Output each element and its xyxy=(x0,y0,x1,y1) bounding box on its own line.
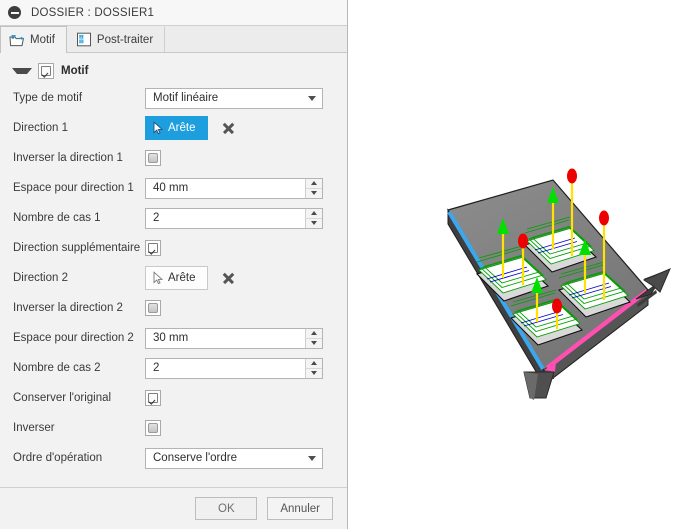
flip-direction-2-label: Inverser la direction 2 xyxy=(13,302,123,314)
direction-1-button-label: Arête xyxy=(168,122,196,134)
g1g2-post-process-icon: G1 G2 xyxy=(76,32,92,47)
row-pattern-type: Type de motif Motif linéaire xyxy=(0,83,347,113)
flip-direction-1-checkbox[interactable] xyxy=(145,150,161,166)
direction-arrow-down[interactable] xyxy=(523,371,555,400)
pattern-type-label: Type de motif xyxy=(13,92,83,104)
row-direction-1: Direction 1 Arête xyxy=(0,113,347,143)
dialog-title: DOSSIER : DOSSIER1 xyxy=(31,6,155,19)
row-flip-direction-2: Inverser la direction 2 xyxy=(0,293,347,323)
svg-text:G2: G2 xyxy=(79,40,84,44)
second-direction-label: Direction supplémentaire xyxy=(13,242,141,254)
row-second-direction: Direction supplémentaire xyxy=(0,233,347,263)
row-keep-original: Conserver l'original xyxy=(0,383,347,413)
keep-original-label: Conserver l'original xyxy=(13,392,112,404)
direction-2-button-label: Arête xyxy=(168,272,196,284)
tab-motif[interactable]: Motif xyxy=(0,26,67,53)
direction-1-clear-icon[interactable] xyxy=(221,121,236,136)
tab-motif-label: Motif xyxy=(30,34,55,46)
flip-direction-2-checkbox[interactable] xyxy=(145,300,161,316)
direction-1-label: Direction 1 xyxy=(13,122,68,134)
tab-strip: Motif G1 G2 Post-traiter xyxy=(0,26,347,53)
spinner-down-icon[interactable] xyxy=(306,219,322,228)
spinner-up-icon[interactable] xyxy=(306,329,322,339)
count-2-field[interactable]: 2 xyxy=(145,357,323,379)
tab-post-traiter[interactable]: G1 G2 Post-traiter xyxy=(67,26,166,52)
spinner-up-icon[interactable] xyxy=(306,209,322,219)
operation-order-select[interactable]: Conserve l'ordre xyxy=(145,447,323,469)
plate-solid xyxy=(447,179,649,387)
spinner-down-icon[interactable] xyxy=(306,189,322,198)
chevron-down-icon xyxy=(308,455,316,461)
triangle-down-icon[interactable] xyxy=(12,68,32,74)
spacing-2-label: Espace pour direction 2 xyxy=(13,332,134,344)
row-operation-order: Ordre d'opération Conserve l'ordre xyxy=(0,443,347,473)
group-enable-checkbox[interactable] xyxy=(38,63,54,79)
flip-direction-1-label: Inverser la direction 1 xyxy=(13,152,123,164)
spinner-up-icon[interactable] xyxy=(306,359,322,369)
select-cursor-icon xyxy=(152,121,165,135)
row-spacing-2: Espace pour direction 2 30 mm xyxy=(0,323,347,353)
spacing-1-value[interactable]: 40 mm xyxy=(146,179,305,198)
count-2-value[interactable]: 2 xyxy=(146,359,305,378)
operation-order-label: Ordre d'opération xyxy=(13,452,103,464)
tab-post-traiter-label: Post-traiter xyxy=(96,33,154,46)
keep-original-checkbox[interactable] xyxy=(145,390,161,406)
pattern-type-value: Motif linéaire xyxy=(153,92,219,104)
ok-button[interactable]: OK xyxy=(195,497,258,520)
second-direction-checkbox[interactable] xyxy=(145,240,161,256)
row-direction-2: Direction 2 Arête xyxy=(0,263,347,293)
row-count-1: Nombre de cas 1 2 xyxy=(0,203,347,233)
pattern-dialog-panel: DOSSIER : DOSSIER1 Motif G1 G2 Post-trai… xyxy=(0,0,348,529)
count-1-value[interactable]: 2 xyxy=(146,209,305,228)
direction-2-label: Direction 2 xyxy=(13,272,68,284)
row-count-2: Nombre de cas 2 2 xyxy=(0,353,347,383)
invert-label: Inverser xyxy=(13,422,55,434)
count-1-field[interactable]: 2 xyxy=(145,207,323,229)
spacing-1-field[interactable]: 40 mm xyxy=(145,177,323,199)
spinner-down-icon[interactable] xyxy=(306,339,322,348)
pattern-folder-icon xyxy=(9,33,25,48)
cancel-button[interactable]: Annuler xyxy=(267,497,333,520)
spinner-down-icon[interactable] xyxy=(306,369,322,378)
3d-cam-viewport[interactable] xyxy=(348,0,678,529)
spacing-2-field[interactable]: 30 mm xyxy=(145,327,323,349)
group-label: Motif xyxy=(61,65,89,77)
spacing-2-value[interactable]: 30 mm xyxy=(146,329,305,348)
direction-2-select-button[interactable]: Arête xyxy=(145,266,208,290)
dialog-body: Motif Type de motif Motif linéaire Direc… xyxy=(0,53,347,487)
pattern-type-select[interactable]: Motif linéaire xyxy=(145,87,323,109)
direction-1-select-button[interactable]: Arête xyxy=(145,116,208,140)
row-spacing-1: Espace pour direction 1 40 mm xyxy=(0,173,347,203)
invert-checkbox[interactable] xyxy=(145,420,161,436)
row-invert: Inverser xyxy=(0,413,347,443)
spinner-up-icon[interactable] xyxy=(306,179,322,189)
count-1-label: Nombre de cas 1 xyxy=(13,212,101,224)
count-2-label: Nombre de cas 2 xyxy=(13,362,101,374)
row-flip-direction-1: Inverser la direction 1 xyxy=(0,143,347,173)
svg-text:G1: G1 xyxy=(79,35,84,39)
direction-2-clear-icon[interactable] xyxy=(221,271,236,286)
operation-order-value: Conserve l'ordre xyxy=(153,452,238,464)
spacing-1-label: Espace pour direction 1 xyxy=(13,182,134,194)
chevron-down-icon xyxy=(308,95,316,101)
dialog-titlebar: DOSSIER : DOSSIER1 xyxy=(0,0,347,26)
minus-circle-icon[interactable] xyxy=(8,6,21,19)
group-header-motif[interactable]: Motif xyxy=(0,59,347,83)
3d-model-graphic xyxy=(447,168,671,400)
dialog-footer: OK Annuler xyxy=(0,487,347,529)
select-cursor-icon xyxy=(152,271,165,285)
